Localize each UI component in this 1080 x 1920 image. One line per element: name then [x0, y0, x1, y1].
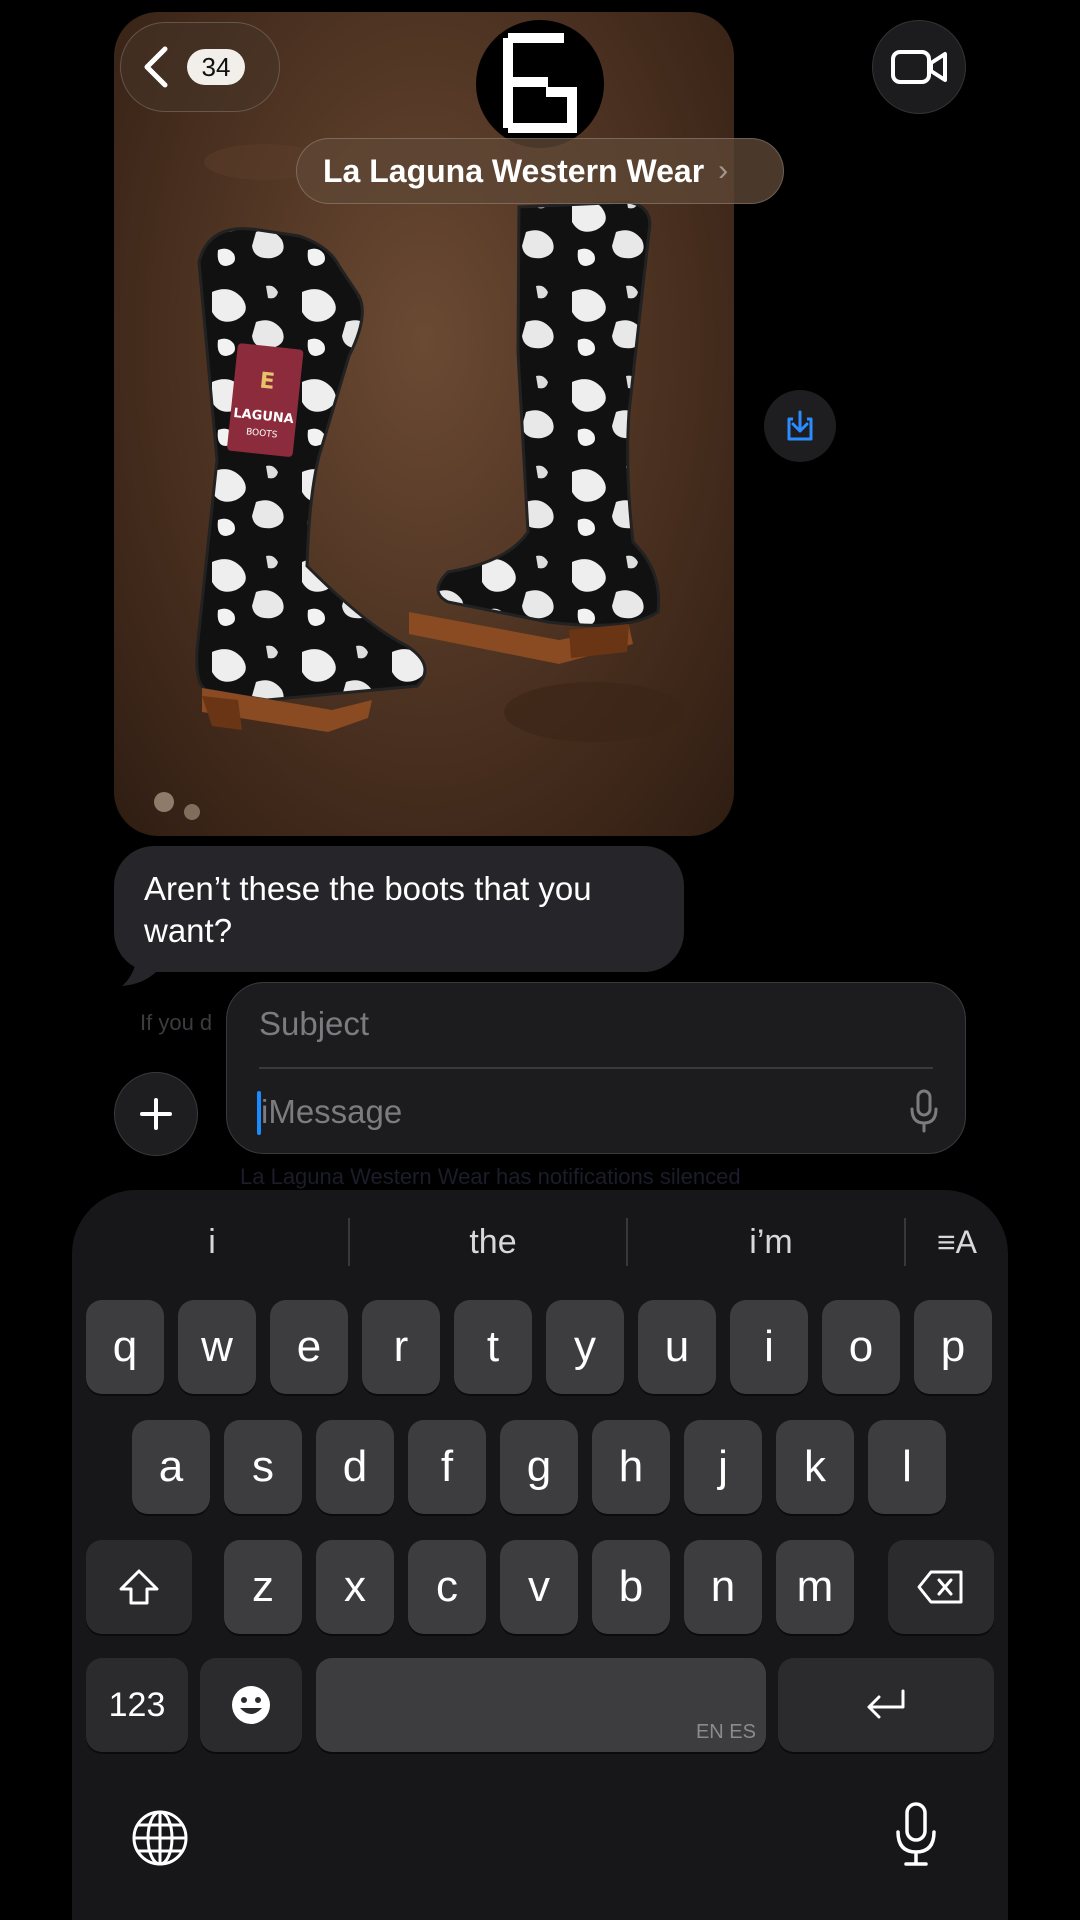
cowhide-boots-image: E LAGUNA BOOTS [154, 144, 684, 820]
contact-chevron-icon: › [718, 154, 729, 187]
svg-text:E: E [258, 368, 276, 394]
save-download-icon [787, 410, 813, 441]
bubble-tail [122, 950, 160, 986]
globe-icon[interactable] [130, 1808, 190, 1868]
key-g[interactable]: g [500, 1420, 578, 1514]
back-chevron-icon [144, 46, 168, 88]
faded-system-note: If you d [140, 1010, 213, 1035]
back-button[interactable]: 34 [120, 22, 280, 112]
key-e[interactable]: e [270, 1300, 348, 1394]
suggestion-3[interactable]: i’m [638, 1212, 904, 1272]
key-k[interactable]: k [776, 1420, 854, 1514]
shift-arrow-icon [119, 1569, 159, 1605]
add-attachment-button[interactable] [114, 1072, 198, 1156]
dictation-key-mic-icon[interactable] [894, 1802, 938, 1868]
language-hint: EN ES [695, 1721, 756, 1743]
emoji-icon [232, 1686, 270, 1724]
boots-photo[interactable]: E LAGUNA BOOTS [114, 12, 734, 836]
numbers-key[interactable]: 123 [86, 1658, 188, 1752]
suggestion-divider [626, 1218, 628, 1266]
unread-count-badge: 34 [187, 49, 245, 85]
emoji-key[interactable] [200, 1658, 302, 1752]
key-i[interactable]: i [730, 1300, 808, 1394]
plus-icon [140, 1098, 172, 1130]
video-call-button[interactable] [872, 20, 966, 114]
suggestion-1[interactable]: i [112, 1212, 312, 1272]
contact-name-button[interactable]: La Laguna Western Wear › [296, 138, 784, 204]
return-key[interactable] [778, 1658, 994, 1752]
brand-tag: E LAGUNA BOOTS [227, 343, 304, 457]
key-c[interactable]: c [408, 1540, 486, 1634]
suggestion-divider [348, 1218, 350, 1266]
key-y[interactable]: y [546, 1300, 624, 1394]
suggestion-divider [904, 1218, 906, 1266]
shift-key[interactable] [86, 1540, 192, 1634]
dictation-mic-icon[interactable] [909, 1089, 939, 1133]
key-b[interactable]: b [592, 1540, 670, 1634]
received-message-bubble[interactable]: Aren’t these the boots that you want? [114, 846, 684, 972]
key-w[interactable]: w [178, 1300, 256, 1394]
compose-box[interactable]: Subject iMessage [226, 982, 966, 1154]
key-n[interactable]: n [684, 1540, 762, 1634]
key-j[interactable]: j [684, 1420, 762, 1514]
message-text: Aren’t these the boots that you want? [144, 870, 592, 949]
faded-focus-note: La Laguna Western Wear has notifications… [240, 1164, 741, 1189]
video-call-icon [891, 50, 947, 84]
delete-key[interactable] [888, 1540, 994, 1634]
compose-divider [259, 1067, 933, 1069]
key-a[interactable]: a [132, 1420, 210, 1514]
text-format-icon[interactable]: ≡A [922, 1212, 992, 1272]
key-d[interactable]: d [316, 1420, 394, 1514]
backspace-icon [917, 1570, 963, 1604]
key-m[interactable]: m [776, 1540, 854, 1634]
subject-field[interactable]: Subject [259, 1005, 369, 1043]
key-q[interactable]: q [86, 1300, 164, 1394]
save-photo-button[interactable] [764, 390, 836, 462]
key-t[interactable]: t [454, 1300, 532, 1394]
key-r[interactable]: r [362, 1300, 440, 1394]
key-v[interactable]: v [500, 1540, 578, 1634]
suggestion-2[interactable]: the [360, 1212, 626, 1272]
key-o[interactable]: o [822, 1300, 900, 1394]
space-bar[interactable]: EN ES [316, 1658, 766, 1752]
key-u[interactable]: u [638, 1300, 716, 1394]
message-input[interactable]: iMessage [261, 1093, 402, 1131]
key-f[interactable]: f [408, 1420, 486, 1514]
key-l[interactable]: l [868, 1420, 946, 1514]
contact-avatar[interactable] [476, 20, 604, 148]
contact-name: La Laguna Western Wear [323, 152, 705, 189]
key-z[interactable]: z [224, 1540, 302, 1634]
key-p[interactable]: p [914, 1300, 992, 1394]
eg-monogram-logo [503, 33, 577, 133]
key-x[interactable]: x [316, 1540, 394, 1634]
return-arrow-icon [867, 1689, 905, 1719]
key-h[interactable]: h [592, 1420, 670, 1514]
keyboard: i the i’m ≡A q w e r t y u i o p a s d f… [72, 1190, 1008, 1920]
suggestion-bar: i the i’m ≡A [72, 1190, 1008, 1294]
key-s[interactable]: s [224, 1420, 302, 1514]
